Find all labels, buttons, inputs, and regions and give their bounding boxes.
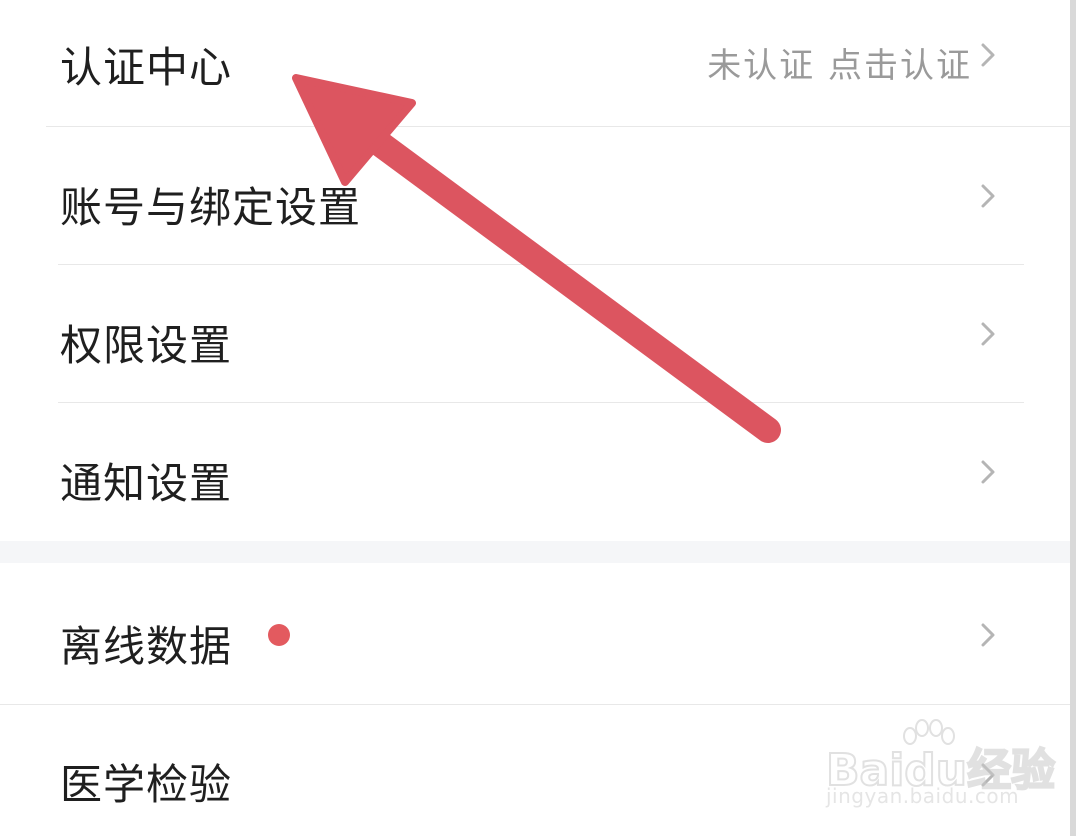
row-label-medical-tests: 医学检验 (60, 760, 233, 809)
settings-row-notifications[interactable]: 通知设置 (0, 403, 1070, 541)
row-label-permissions: 权限设置 (60, 321, 233, 370)
settings-row-certification[interactable]: 认证中心 未认证 点击认证 (0, 0, 1070, 126)
chevron-right-icon (981, 460, 995, 484)
scroll-edge (1070, 0, 1076, 836)
row-label-notifications: 通知设置 (60, 459, 233, 508)
row-label-account-binding: 账号与绑定设置 (60, 183, 362, 232)
settings-row-account-binding[interactable]: 账号与绑定设置 (0, 127, 1070, 264)
settings-row-offline-data[interactable]: 离线数据 (0, 563, 1070, 704)
new-badge-dot (268, 624, 290, 646)
watermark-url: jingyan.baidu.com (826, 784, 1020, 808)
certification-status: 未认证 点击认证 (707, 46, 972, 86)
chevron-right-icon (981, 184, 995, 208)
chevron-right-icon (981, 43, 995, 67)
row-label-offline-data: 离线数据 (60, 622, 233, 671)
baidu-watermark: Baidu经验 jingyan.baidu.com (825, 718, 1056, 818)
chevron-right-icon (981, 322, 995, 346)
section-separator (0, 541, 1070, 563)
row-label-certification: 认证中心 (60, 43, 233, 92)
settings-page: 认证中心 未认证 点击认证 账号与绑定设置 权限设置 通知设置 离线数据 医学检… (0, 0, 1076, 836)
chevron-right-icon (981, 623, 995, 647)
settings-row-permissions[interactable]: 权限设置 (0, 265, 1070, 402)
